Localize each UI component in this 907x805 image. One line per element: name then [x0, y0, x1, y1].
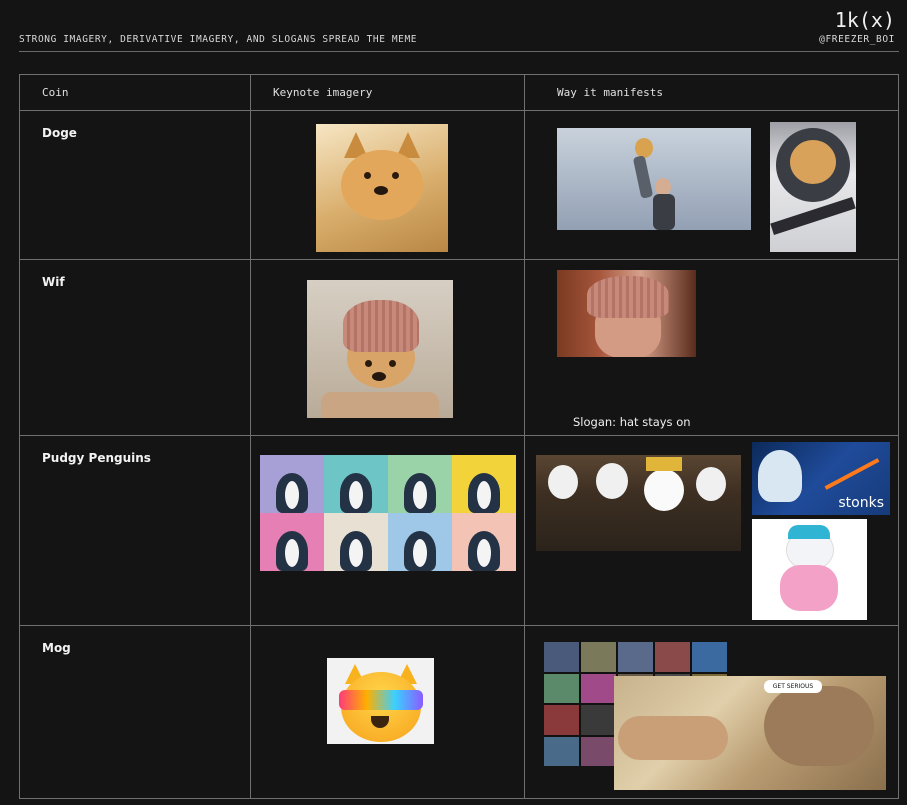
- pudgy-keynote-grid-image: [260, 455, 516, 572]
- doge-keynote-image: [316, 124, 448, 252]
- coin-cell: Wif: [19, 259, 251, 436]
- pudgy-army-image: [536, 455, 741, 551]
- table-row-wif: Wif Slogan: hat stays on: [19, 259, 899, 436]
- meme-comparison-table: Coin Keynote imagery Way it manifests Do…: [19, 74, 899, 799]
- wif-man-hat-image: [557, 270, 696, 357]
- coin-cell: Mog: [19, 625, 251, 799]
- table-row-mog: Mog GET SERIOUS: [19, 625, 899, 799]
- coin-name: Wif: [42, 275, 65, 289]
- coin-name: Mog: [42, 641, 71, 655]
- manifest-cell: GET SERIOUS: [524, 625, 899, 799]
- coin-name: Pudgy Penguins: [42, 451, 151, 465]
- coin-name: Doge: [42, 126, 77, 140]
- column-header-manifest: Way it manifests: [524, 74, 899, 111]
- pudgy-stonks-image: stonks: [752, 442, 890, 515]
- keynote-cell: [250, 625, 525, 799]
- column-header-keynote: Keynote imagery: [250, 74, 525, 111]
- keynote-cell: [250, 435, 525, 626]
- table-row-doge: Doge: [19, 110, 899, 260]
- wif-keynote-image: [307, 280, 453, 418]
- author-handle: @FREEZER_BOI: [819, 34, 895, 45]
- mog-keynote-image: [327, 658, 434, 744]
- coin-cell: Pudgy Penguins: [19, 435, 251, 626]
- table-header-row: Coin Keynote imagery Way it manifests: [19, 74, 899, 111]
- keynote-cell: [250, 259, 525, 436]
- speech-bubble: GET SERIOUS: [764, 680, 822, 693]
- manifest-cell: stonks: [524, 435, 899, 626]
- doge-lion-king-image: [557, 128, 751, 230]
- table-row-pudgy-penguins: Pudgy Penguins stonks: [19, 435, 899, 626]
- column-header-coin: Coin: [19, 74, 251, 111]
- header-divider: [19, 51, 899, 52]
- keynote-cell: [250, 110, 525, 260]
- mog-creation-of-adam-image: GET SERIOUS: [614, 676, 886, 790]
- pudgy-plush-image: [752, 519, 867, 620]
- coin-cell: Doge: [19, 110, 251, 260]
- slogan-caption: Slogan: hat stays on: [573, 415, 691, 429]
- brand-logo: 1k(x): [834, 8, 895, 32]
- slide-title: STRONG IMAGERY, DERIVATIVE IMAGERY, AND …: [19, 34, 418, 45]
- doge-astronaut-image: [770, 122, 856, 252]
- manifest-cell: [524, 110, 899, 260]
- stonks-label: stonks: [838, 495, 884, 511]
- manifest-cell: Slogan: hat stays on: [524, 259, 899, 436]
